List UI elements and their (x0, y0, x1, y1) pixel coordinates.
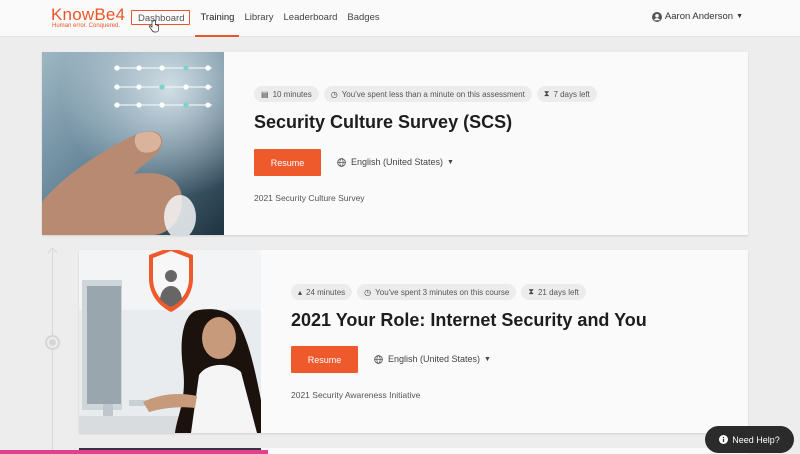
training-card: ▤ 10 minutes ◷ You've spent less than a … (42, 52, 748, 235)
timeline-node (45, 335, 60, 350)
campaign-name: 2021 Security Culture Survey (254, 193, 365, 203)
logo-tagline: Human error. Conquered. (52, 23, 121, 29)
course-title[interactable]: Security Culture Survey (SCS) (254, 112, 512, 133)
need-help-button[interactable]: Need Help? (705, 426, 794, 453)
chevron-down-icon: ▼ (484, 355, 491, 363)
logo-wordmark: KnowBe4 (51, 5, 126, 24)
nav-training[interactable]: Training (195, 8, 240, 37)
chevron-down-icon: ▼ (447, 158, 454, 166)
hourglass-icon: ⧗ (543, 89, 550, 98)
clock-icon: ◷ (364, 287, 372, 297)
user-name: Aaron Anderson (664, 11, 734, 22)
language-selector[interactable]: English (United States) ▼ (374, 354, 491, 364)
course-meta-badges: ▤ 10 minutes ◷ You've spent less than a … (254, 86, 602, 102)
graduation-cap-icon: ▴ (298, 287, 303, 297)
clock-icon: ◷ (330, 89, 338, 99)
info-icon (719, 435, 729, 444)
globe-icon (374, 354, 383, 364)
nav-library[interactable]: Library (244, 8, 273, 37)
days-left-badge: ⧗ 21 days left (521, 284, 586, 300)
language-label: English (United States) (351, 157, 444, 167)
language-label: English (United States) (388, 354, 481, 364)
bottom-accent-bar (0, 450, 268, 454)
duration-badge: ▤ 10 minutes (254, 86, 319, 102)
course-thumbnail-image (42, 52, 224, 235)
language-selector[interactable]: English (United States) ▼ (337, 157, 454, 167)
hand-pointer-icon (149, 20, 159, 33)
hourglass-icon: ⧗ (528, 287, 534, 296)
duration-badge: ▴ 24 minutes (291, 284, 353, 300)
campaign-name: 2021 Security Awareness Initiative (291, 390, 421, 400)
timeline-arrow-icon (47, 247, 58, 254)
user-avatar-icon (651, 11, 662, 22)
nav-leaderboard[interactable]: Leaderboard (284, 8, 338, 37)
knowbe4-logo[interactable]: KnowBe4 Human error. Conquered. (51, 6, 127, 30)
time-spent-badge: ◷ You've spent less than a minute on thi… (323, 86, 532, 102)
days-left-badge: ⧗ 7 days left (536, 86, 597, 102)
globe-icon (337, 157, 346, 167)
nav-dashboard[interactable]: Dashboard (131, 10, 191, 25)
clipboard-icon: ▤ (261, 89, 269, 99)
course-title[interactable]: 2021 Your Role: Internet Security and Yo… (291, 310, 647, 331)
nav-badges[interactable]: Badges (347, 8, 379, 37)
course-thumbnail-image (79, 250, 261, 433)
resume-button[interactable]: Resume (291, 346, 358, 373)
chevron-down-icon: ▼ (736, 13, 743, 20)
user-menu[interactable]: Aaron Anderson ▼ (651, 11, 743, 22)
need-help-label: Need Help? (732, 434, 780, 445)
main-nav: Dashboard Training Library Leaderboard B… (131, 8, 390, 37)
timeline-line (52, 250, 53, 454)
course-meta-badges: ▴ 24 minutes ◷ You've spent 3 minutes on… (291, 284, 591, 300)
resume-button[interactable]: Resume (254, 149, 321, 176)
time-spent-badge: ◷ You've spent 3 minutes on this course (357, 284, 517, 300)
training-card: ▴ 24 minutes ◷ You've spent 3 minutes on… (79, 250, 748, 433)
top-navigation-bar: KnowBe4 Human error. Conquered. Dashboar… (0, 0, 800, 37)
